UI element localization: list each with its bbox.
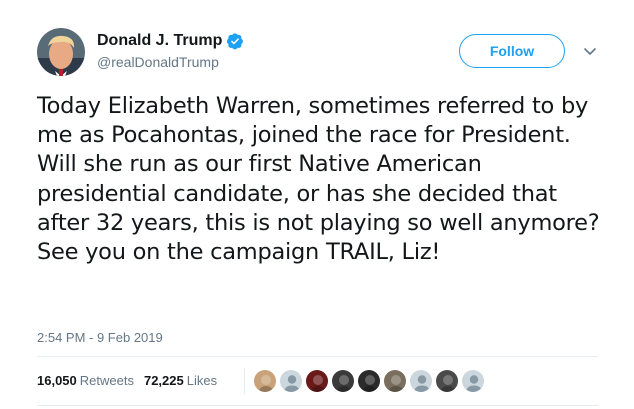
likes-count: 72,225	[143, 373, 184, 388]
follow-button[interactable]: Follow	[459, 34, 565, 68]
author-names: Donald J. Trump @realDonaldTrump	[97, 31, 244, 72]
liker-avatar-5[interactable]	[357, 369, 381, 393]
liker-avatar-9[interactable]	[461, 369, 485, 393]
liker-avatar-3[interactable]	[305, 369, 329, 393]
liker-avatar-2[interactable]	[279, 369, 303, 393]
retweets-label: Retweets	[79, 373, 134, 388]
tweet-timestamp[interactable]: 2:54 PM - 9 Feb 2019	[37, 330, 163, 346]
tweet-header: Donald J. Trump @realDonaldTrump Follow	[37, 28, 607, 84]
author-display-name[interactable]: Donald J. Trump	[97, 31, 222, 51]
author-handle[interactable]: @realDonaldTrump	[97, 52, 244, 72]
tweet-text: Today Elizabeth Warren, sometimes referr…	[37, 93, 600, 266]
author-avatar[interactable]	[37, 28, 85, 76]
display-name-row: Donald J. Trump	[97, 31, 244, 51]
chevron-down-icon[interactable]	[581, 42, 599, 60]
liker-avatar-8[interactable]	[435, 369, 459, 393]
stats-separator	[244, 368, 245, 394]
retweets-count: 16,050	[37, 373, 77, 388]
liker-avatar-4[interactable]	[331, 369, 355, 393]
retweets-stat[interactable]: 16,050 Retweets	[37, 372, 134, 390]
liker-avatar-1[interactable]	[253, 369, 277, 393]
divider	[37, 405, 598, 406]
author-avatar-image	[37, 28, 85, 76]
likes-stat[interactable]: 72,225 Likes	[144, 372, 217, 390]
liker-avatar-7[interactable]	[409, 369, 433, 393]
verified-badge-icon	[226, 32, 244, 50]
liker-avatars	[253, 369, 487, 393]
divider	[37, 356, 598, 357]
tweet-stats: 16,050 Retweets 72,225 Likes	[37, 372, 227, 390]
liker-avatar-6[interactable]	[383, 369, 407, 393]
likes-label: Likes	[186, 373, 218, 388]
